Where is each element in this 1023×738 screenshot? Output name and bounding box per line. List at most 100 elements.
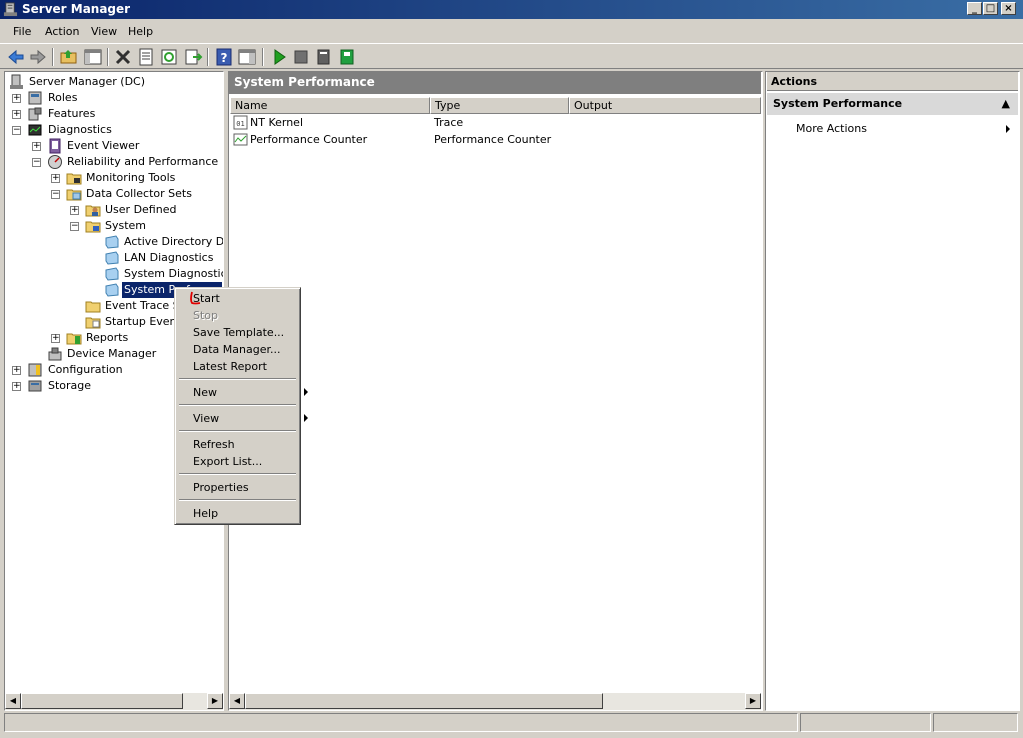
expand-icon[interactable]: + [51,174,60,183]
results-panel [228,71,763,711]
tree-label: Active Directory Diag [124,235,224,248]
menu-item-refresh[interactable]: Refresh [193,436,235,453]
refresh-icon[interactable] [159,47,179,67]
event-viewer-icon [49,138,61,154]
expand-icon[interactable]: + [12,94,21,103]
close-button[interactable]: × [1001,2,1016,15]
show-hide-tree-icon[interactable] [83,47,103,67]
menu-item-save-template[interactable]: Save Template... [193,324,284,341]
collapse-up-arrow-icon[interactable]: ▲ [1002,93,1010,115]
menu-separator [179,430,296,432]
tree-label: Startup Event [105,315,181,328]
menu-item-data-manager[interactable]: Data Manager... [193,341,280,358]
context-menu: Start Stop Save Template... Data Manager… [174,287,308,525]
collector-set-icon [105,235,119,249]
scroll-left-arrow-icon[interactable]: ◀ [229,693,245,709]
minimize-button[interactable]: _ [967,2,982,15]
tree-label: User Defined [105,203,177,216]
scroll-right-arrow-icon[interactable]: ▶ [745,693,761,709]
menu-item-new[interactable]: New [193,384,308,401]
export-list-icon[interactable] [183,47,203,67]
expand-icon[interactable]: + [70,206,79,215]
storage-icon [28,380,42,392]
collapse-icon[interactable]: − [51,190,60,199]
up-folder-icon[interactable] [59,47,79,67]
delete-icon[interactable] [113,47,133,67]
tree-horizontal-scrollbar[interactable]: ◀ ▶ [5,693,223,710]
server-manager-icon [3,2,18,17]
actions-section-header[interactable]: System Performance ▲ [767,93,1018,115]
menu-separator [179,473,296,475]
server-icon [10,74,23,89]
scroll-thumb[interactable] [21,693,183,709]
scroll-right-arrow-icon[interactable]: ▶ [207,693,223,709]
collapse-icon[interactable]: − [12,126,21,135]
performance-icon [48,155,62,169]
show-hide-action-pane-icon[interactable] [237,47,257,67]
scroll-left-arrow-icon[interactable]: ◀ [5,693,21,709]
system-folder-icon [85,221,101,233]
column-header-type[interactable]: Type [430,97,569,114]
stop-icon[interactable] [291,47,311,67]
status-bar-main [4,713,798,732]
start-icon[interactable] [269,47,289,67]
expand-icon[interactable]: + [12,366,21,375]
menu-help[interactable]: Help [128,25,153,39]
save-template-icon[interactable] [337,47,357,67]
more-actions-label: More Actions [796,122,867,135]
tree-label: Diagnostics [48,123,112,136]
more-actions-item[interactable]: More Actions [796,121,1016,137]
menu-item-view[interactable]: View [193,410,308,427]
properties-icon[interactable] [136,47,156,67]
submenu-arrow-icon [304,414,308,422]
maximize-button[interactable]: □ [983,2,998,15]
folder-icon [66,189,82,201]
menu-item-view-label: View [193,412,220,425]
status-bar-segment [800,713,931,732]
expand-icon[interactable]: + [12,110,21,119]
collapse-icon[interactable]: − [32,158,41,167]
menu-item-export-list[interactable]: Export List... [193,453,262,470]
svg-text:?: ? [221,51,228,65]
help-icon[interactable]: ? [214,47,234,67]
tree-label: System [105,219,147,232]
expand-icon[interactable]: + [32,142,41,151]
menu-view[interactable]: View [91,25,117,39]
report-icon[interactable] [314,47,334,67]
row-name: NT Kernel [250,116,304,129]
reports-icon [66,333,82,345]
expand-icon[interactable]: + [51,334,60,343]
tree-label: Storage [48,379,92,392]
menu-action[interactable]: Action [45,25,79,39]
menu-item-latest-report[interactable]: Latest Report [193,358,267,375]
results-horizontal-scrollbar[interactable]: ◀ ▶ [229,693,761,710]
scroll-thumb[interactable] [245,693,603,709]
menu-item-new-label: New [193,386,217,399]
submenu-arrow-icon [1006,125,1010,133]
back-arrow-icon[interactable] [6,47,26,67]
features-icon [28,107,42,121]
menu-separator [179,404,296,406]
actions-pane [765,71,1020,711]
menu-item-properties[interactable]: Properties [193,479,249,496]
menu-file[interactable]: File [13,25,31,39]
collapse-icon[interactable]: − [70,222,79,231]
tree-label: Monitoring Tools [86,171,176,184]
menu-bar: File Action View Help [0,21,1023,42]
column-header-output[interactable]: Output [569,97,761,114]
row-name: Performance Counter [250,133,368,146]
menu-item-help[interactable]: Help [193,505,218,522]
submenu-arrow-icon [304,388,308,396]
table-row[interactable]: 01 NT Kernel Trace [232,115,760,131]
tree-label: LAN Diagnostics [124,251,214,264]
tree-label: Roles [48,91,78,104]
diagnostics-icon [28,124,42,136]
forward-arrow-icon[interactable] [28,47,48,67]
expand-icon[interactable]: + [12,382,21,391]
menu-item-stop: Stop [193,309,219,322]
tree-label: Reports [86,331,129,344]
actions-title: Actions [767,72,1018,91]
table-row[interactable]: Performance Counter Performance Counter [232,132,760,148]
column-header-name[interactable]: Name [230,97,430,114]
actions-section-title: System Performance [773,97,903,110]
